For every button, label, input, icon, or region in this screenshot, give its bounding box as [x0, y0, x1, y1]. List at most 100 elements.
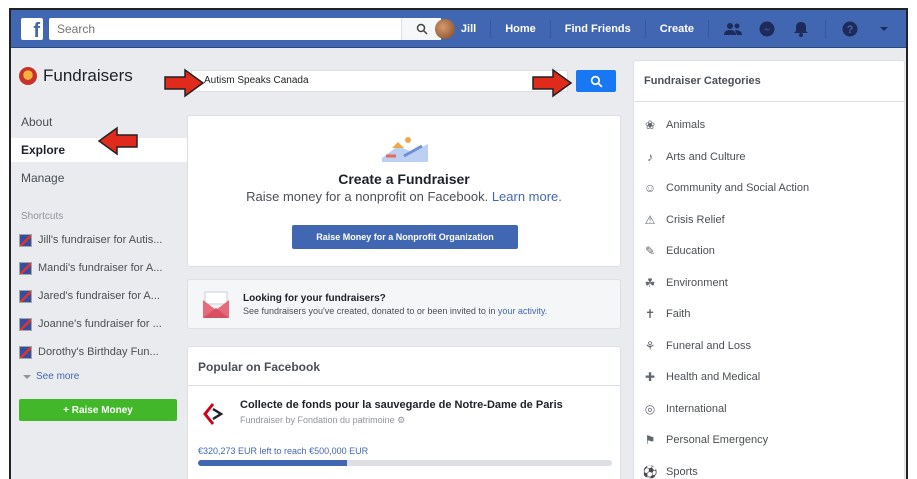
learn-more-link[interactable]: Learn more.	[492, 189, 562, 204]
category-item[interactable]: ⚑ Personal Emergency	[642, 430, 769, 450]
category-label: Animals	[666, 119, 706, 131]
facebook-logo-icon[interactable]: f	[21, 18, 43, 40]
category-item[interactable]: ◎ International	[642, 399, 727, 419]
shortcut-item[interactable]: Joanne's fundraiser for ...	[19, 314, 183, 334]
community-icon: ☺	[643, 181, 657, 195]
search-icon	[590, 75, 603, 88]
shortcut-label: Joanne's fundraiser for ...	[38, 318, 162, 330]
category-item[interactable]: ☺ Community and Social Action	[642, 178, 809, 198]
create-subtitle-text: Raise money for a nonprofit on Facebook.	[246, 189, 489, 204]
funeral-icon: ⚘	[644, 338, 656, 353]
shortcuts-header: Shortcuts	[21, 211, 64, 222]
category-item[interactable]: ♪ Arts and Culture	[642, 147, 745, 167]
browser-frame: f Jill Home Find Friends Create	[9, 8, 908, 479]
create-link[interactable]: Create	[660, 23, 694, 35]
category-label: Health and Medical	[666, 371, 761, 383]
nav-divider	[825, 20, 826, 38]
profile-link[interactable]: Jill	[434, 19, 476, 39]
create-fundraiser-subtitle: Raise money for a nonprofit on Facebook.…	[188, 189, 620, 204]
messenger-icon[interactable]	[757, 19, 777, 39]
chevron-down-icon[interactable]	[874, 19, 894, 39]
fundraiser-flag-icon	[19, 261, 32, 275]
popular-on-facebook-card: Popular on Facebook Collecte de fonds po…	[187, 346, 621, 479]
progress-bar-fill	[198, 460, 348, 466]
svg-text:?: ?	[847, 24, 854, 36]
category-label: Crisis Relief	[666, 213, 725, 226]
raise-money-button[interactable]: + Raise Money	[19, 399, 177, 421]
help-icon[interactable]: ?	[840, 19, 860, 39]
search-icon	[416, 23, 428, 35]
emergency-icon: ⚑	[644, 433, 656, 447]
shortcut-item[interactable]: Mandi's fundraiser for A...	[19, 258, 183, 278]
category-label: Education	[666, 245, 715, 257]
your-fundraisers-text: See fundraisers you've created, donated …	[243, 306, 496, 316]
top-nav-links: Jill Home Find Friends Create ?	[434, 10, 894, 48]
health-icon: ✚	[644, 370, 656, 384]
fundraiser-search-button[interactable]	[576, 70, 616, 92]
annotation-arrow-icon	[164, 68, 205, 98]
category-item[interactable]: ✎ Education	[642, 241, 715, 261]
progress-text: €320,273 EUR left to reach €500,000 EUR	[198, 446, 369, 456]
global-search	[49, 18, 441, 40]
verified-icon: ⚙	[397, 415, 406, 425]
category-label: Community and Social Action	[666, 182, 810, 194]
your-fundraisers-title: Looking for your fundraisers?	[243, 293, 386, 304]
see-more-link[interactable]: See more	[23, 371, 79, 382]
annotation-arrow-icon	[97, 126, 138, 156]
category-label: Arts and Culture	[666, 150, 746, 163]
popular-fundraiser-title[interactable]: Collecte de fonds pour la sauvegarde de …	[240, 399, 563, 411]
shortcut-label: Dorothy's Birthday Fun...	[38, 346, 159, 358]
nav-divider	[708, 20, 709, 38]
shortcut-item[interactable]: Jared's fundraiser for A...	[19, 286, 183, 306]
see-more-label: See more	[36, 371, 80, 382]
home-link[interactable]: Home	[505, 23, 536, 35]
your-activity-link[interactable]: your activity.	[498, 306, 547, 316]
envelope-icon	[203, 291, 229, 318]
fundraiser-categories-card: Fundraiser Categories ❀ Animals ♪ Arts and …	[633, 60, 905, 479]
nav-divider	[644, 20, 646, 38]
notifications-icon[interactable]	[791, 19, 811, 39]
fundraiser-flag-icon	[19, 233, 32, 247]
left-sidebar: Fundraisers About Explore Manage Shortcu…	[11, 48, 187, 479]
environment-icon: ☘	[644, 275, 656, 290]
friends-icon[interactable]	[723, 19, 743, 39]
category-item[interactable]: ✚ Health and Medical	[642, 367, 760, 387]
your-fundraisers-card: Looking for your fundraisers? See fundra…	[187, 279, 621, 329]
annotation-arrow-icon	[532, 68, 573, 98]
category-item[interactable]: ✝ Faith	[642, 304, 691, 324]
category-label: Faith	[666, 308, 691, 320]
crisis-icon: ⚠	[644, 212, 656, 227]
raise-money-nonprofit-button[interactable]: Raise Money for a Nonprofit Organization	[292, 225, 518, 249]
category-item[interactable]: ⚘ Funeral and Loss	[642, 336, 751, 356]
category-label: International	[666, 402, 727, 415]
category-item[interactable]: ❀ Animals	[642, 115, 705, 135]
fundraiser-flag-icon	[19, 345, 32, 359]
category-item[interactable]: ⚠ Crisis Relief	[642, 210, 725, 230]
faith-icon: ✝	[644, 307, 656, 321]
page-title-text: Fundraisers	[43, 66, 133, 85]
sidebar-item-manage[interactable]: Manage	[11, 166, 187, 190]
top-navigation-bar: f Jill Home Find Friends Create	[11, 10, 906, 48]
shortcut-item[interactable]: Dorothy's Birthday Fun...	[19, 342, 183, 362]
progress-bar	[198, 460, 612, 466]
divider	[188, 385, 620, 386]
find-friends-link[interactable]: Find Friends	[565, 23, 631, 35]
fundraiser-search-input[interactable]: Autism Speaks Canada	[191, 70, 568, 92]
shortcut-label: Mandi's fundraiser for A...	[38, 262, 163, 274]
category-item[interactable]: ☘ Environment	[642, 273, 728, 293]
divider	[634, 101, 904, 102]
fundraiser-flag-icon	[19, 289, 32, 303]
category-label: Sports	[666, 465, 698, 478]
education-icon: ✎	[644, 244, 656, 258]
sports-icon: ⚽	[642, 464, 658, 479]
global-search-input[interactable]	[49, 18, 389, 40]
category-item[interactable]: ⚽ Sports	[642, 462, 698, 479]
nav-divider	[549, 20, 551, 38]
fundraiser-flag-icon	[19, 317, 32, 331]
organizer-text: Fundraiser by Fondation du patrimoine	[240, 415, 395, 425]
shortcut-item[interactable]: Jill's fundraiser for Autis...	[19, 230, 183, 250]
arts-icon: ♪	[647, 149, 653, 164]
fundraiser-illustration-icon	[382, 137, 428, 162]
category-label: Funeral and Loss	[666, 339, 751, 352]
fondation-patrimoine-logo-icon	[198, 399, 228, 429]
